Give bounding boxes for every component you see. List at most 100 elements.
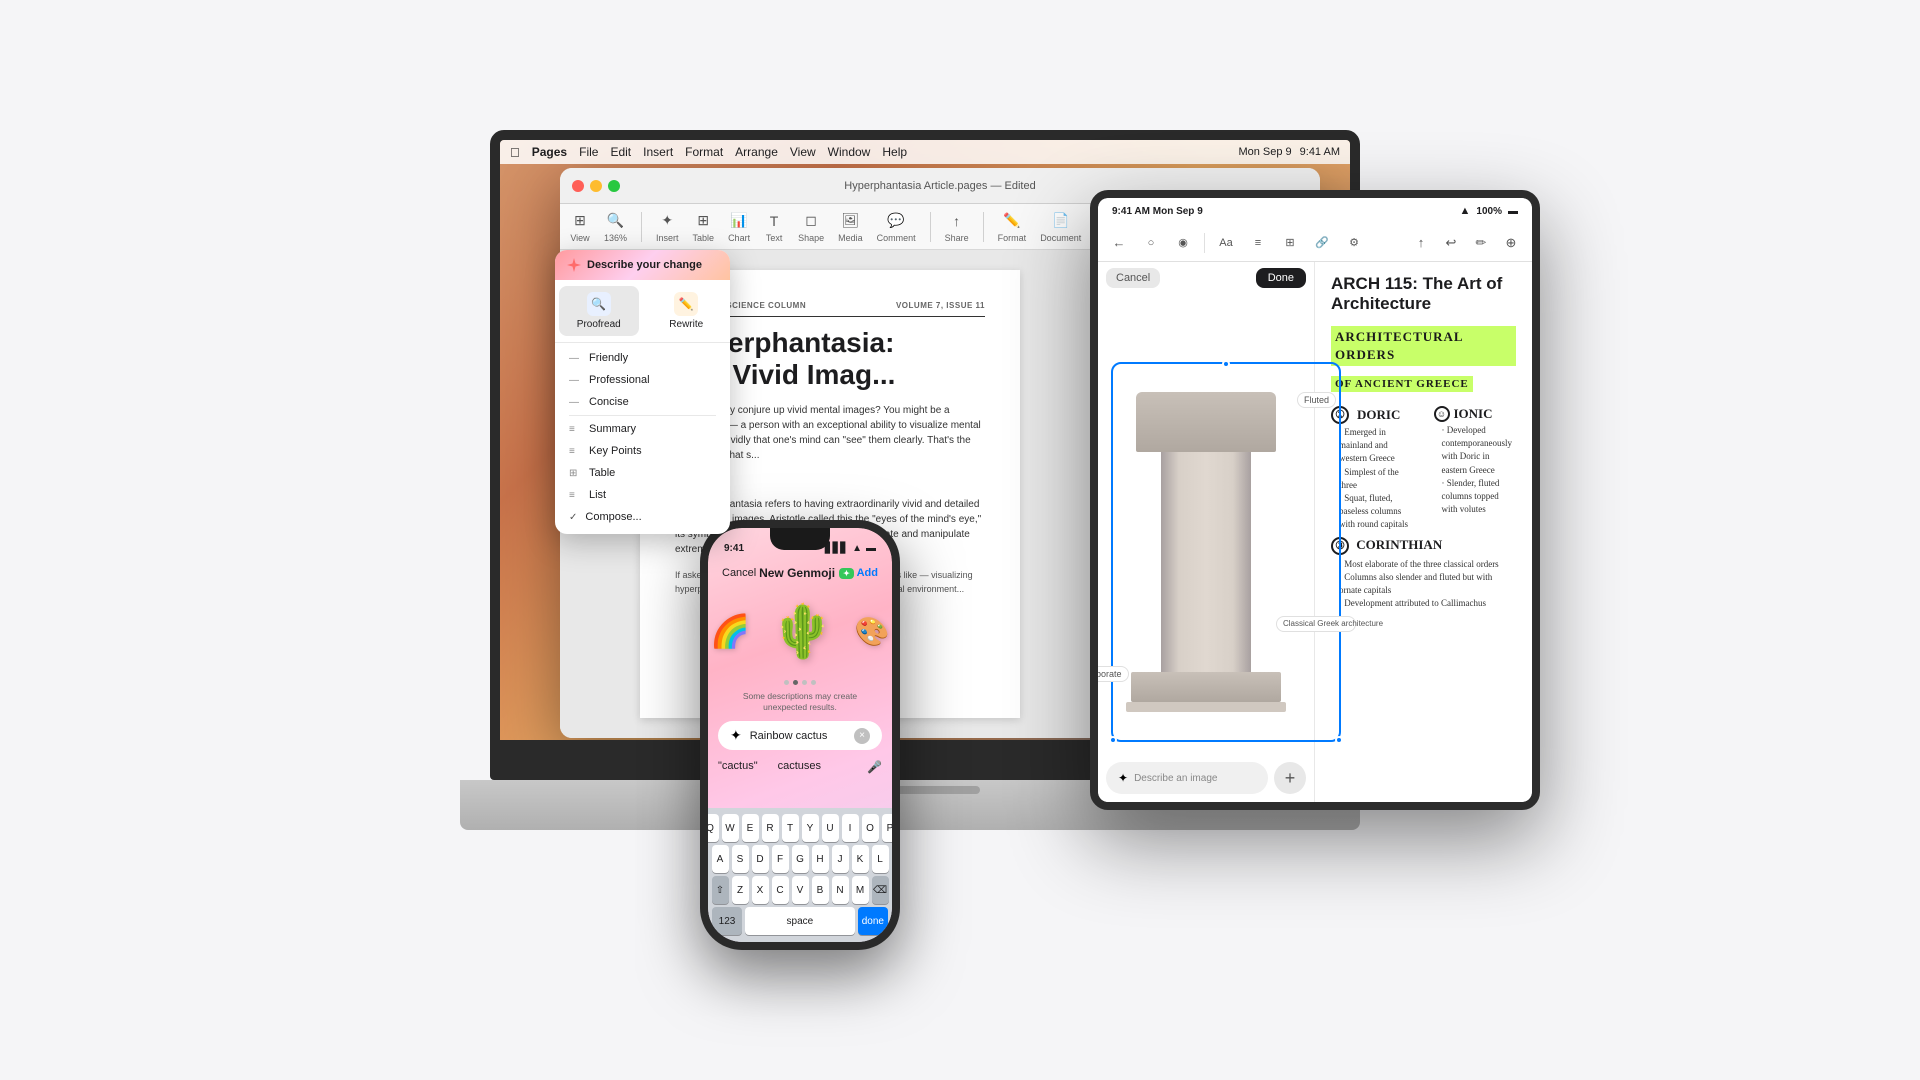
key-t[interactable]: T [782,814,799,842]
key-m[interactable]: M [852,876,869,904]
key-v[interactable]: V [792,876,809,904]
minimize-button[interactable] [590,180,602,192]
key-k[interactable]: K [852,845,869,873]
wt-keypoints[interactable]: ≡ Key Points [555,440,730,462]
freeform-cancel-button[interactable]: Cancel [1106,268,1160,288]
ipad-share-icon[interactable]: ↑ [1410,232,1432,254]
toolbar-media[interactable]: 🖼 Media [838,211,863,243]
toolbar-share[interactable]: ↑ Share [945,211,969,243]
fullscreen-button[interactable] [608,180,620,192]
key-shift[interactable]: ⇧ [712,876,729,904]
key-h[interactable]: H [812,845,829,873]
key-j[interactable]: J [832,845,849,873]
key-a[interactable]: A [712,845,729,873]
key-d[interactable]: D [752,845,769,873]
ipad-markup-icon[interactable]: ✏ [1470,232,1492,254]
column-shaft [1161,452,1251,672]
key-e[interactable]: E [742,814,759,842]
selection-handle-br[interactable] [1335,736,1343,744]
menu-format[interactable]: Format [685,145,723,159]
menu-arrange[interactable]: Arrange [735,145,778,159]
toolbar-document[interactable]: 📄 Document [1040,211,1081,243]
ipad-list-icon[interactable]: ≡ [1247,232,1269,254]
key-f[interactable]: F [772,845,789,873]
menu-help[interactable]: Help [882,145,907,159]
menu-file[interactable]: File [579,145,598,159]
menu-insert[interactable]: Insert [643,145,673,159]
key-o[interactable]: O [862,814,879,842]
toolbar-circle-2[interactable]: ◉ [1172,232,1194,254]
toolbar-table[interactable]: ⊞ Table [693,211,715,243]
menu-window[interactable]: Window [828,145,871,159]
genmoji-clear-button[interactable]: × [854,728,870,744]
key-y[interactable]: Y [802,814,819,842]
close-button[interactable] [572,180,584,192]
ipad-undo-icon[interactable]: ↩ [1440,232,1462,254]
toolbar-text[interactable]: T Text [764,211,784,243]
selection-handle-top[interactable] [1222,360,1230,368]
toolbar-shape[interactable]: ◻ Shape [798,211,824,243]
menu-pages[interactable]: Pages [532,145,567,159]
key-n[interactable]: N [832,876,849,904]
freeform-done-button[interactable]: Done [1256,268,1306,288]
ipad-text-icon[interactable]: Aa [1215,232,1237,254]
key-u[interactable]: U [822,814,839,842]
key-g[interactable]: G [792,845,809,873]
wt-professional[interactable]: — Professional [555,369,730,391]
wt-table[interactable]: ⊞ Table [555,462,730,484]
summary-bullet: ≡ [569,424,583,435]
mic-icon[interactable]: 🎤 [867,760,882,774]
key-r[interactable]: R [762,814,779,842]
proofread-option[interactable]: 🔍 Proofread [559,286,639,336]
toolbar-zoom[interactable]: 🔍 136% [604,211,627,243]
key-done[interactable]: done [858,907,888,935]
key-x[interactable]: X [752,876,769,904]
iphone-status-icons: ▋▋▋ ▲ ▬ [825,543,876,554]
describe-sparkle-icon: ✦ [1118,771,1128,785]
key-q[interactable]: Q [708,814,719,842]
describe-add-button[interactable]: + [1274,762,1306,794]
key-123[interactable]: 123 [712,907,742,935]
ipad-attach-icon[interactable]: 🔗 [1311,232,1333,254]
apple-logo-icon[interactable]:  [510,145,520,160]
wt-compose[interactable]: Compose... [555,506,730,528]
toolbar-chart[interactable]: 📊 Chart [728,211,750,243]
key-b[interactable]: B [812,876,829,904]
doric-column: ① DORIC Emerged in mainland and western … [1331,406,1414,530]
toolbar-format[interactable]: ✏️ Format [998,211,1027,243]
key-backspace[interactable]: ⌫ [872,876,889,904]
menu-edit[interactable]: Edit [610,145,631,159]
key-space[interactable]: space [745,907,855,935]
wt-list[interactable]: ≡ List [555,484,730,506]
key-z[interactable]: Z [732,876,749,904]
wt-concise[interactable]: — Concise [555,391,730,413]
ipad-table-icon[interactable]: ⊞ [1279,232,1301,254]
genmoji-add-button[interactable]: Add [857,567,878,579]
wt-friendly[interactable]: — Friendly [555,347,730,369]
toolbar-view[interactable]: ⊞ View [570,211,590,243]
wt-summary[interactable]: ≡ Summary [555,418,730,440]
back-icon[interactable]: ← [1108,232,1130,254]
genmoji-input-area[interactable]: ✦ Rainbow cactus × [718,721,882,750]
ipad-highlight-icon[interactable]: ⚙ [1343,232,1365,254]
proofread-icon: 🔍 [587,292,611,316]
ipad-more-icon[interactable]: ⊕ [1500,232,1522,254]
suggestion-1[interactable]: "cactus" [718,760,758,774]
toolbar-comment[interactable]: 💬 Comment [877,211,916,243]
selection-handle-bl[interactable] [1109,736,1117,744]
toolbar-circle-1[interactable]: ○ [1140,232,1162,254]
key-c[interactable]: C [772,876,789,904]
key-p[interactable]: P [882,814,893,842]
suggestion-2[interactable]: cactuses [778,760,821,774]
genmoji-cancel-button[interactable]: Cancel [722,567,756,579]
describe-input[interactable]: ✦ Describe an image [1106,762,1268,794]
key-s[interactable]: S [732,845,749,873]
key-i[interactable]: I [842,814,859,842]
toolbar-zoom-label: 136% [604,233,627,243]
toolbar-text-label: Text [766,233,783,243]
key-w[interactable]: W [722,814,739,842]
toolbar-insert[interactable]: ✦ Insert [656,211,679,243]
rewrite-option[interactable]: ✏️ Rewrite [647,286,727,336]
menu-view[interactable]: View [790,145,816,159]
key-l[interactable]: L [872,845,889,873]
